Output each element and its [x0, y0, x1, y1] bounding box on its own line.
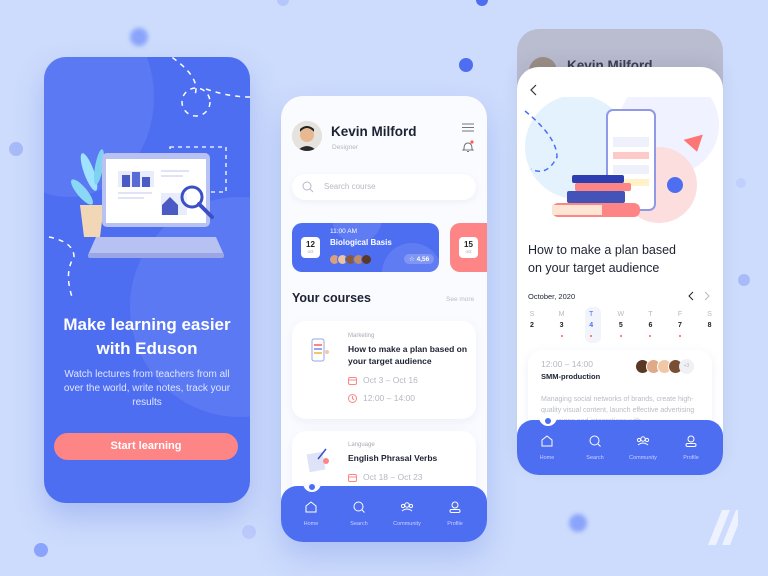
calendar-month: October, 2020: [528, 292, 576, 301]
calendar-icon: [348, 473, 357, 482]
course-title: How to make a plan based on your target …: [348, 344, 468, 366]
nav-home[interactable]: Home: [527, 434, 567, 461]
onboarding-headline-line2: with Eduson: [96, 339, 198, 358]
calendar-day[interactable]: 8: [703, 322, 717, 329]
bottom-nav: Home Search Community Profile: [281, 482, 487, 542]
decor-dot: [736, 178, 746, 188]
course-detail-screen: How to make a plan based on your target a…: [517, 67, 723, 475]
onboarding-description: Watch lectures from teachers from all ov…: [63, 369, 231, 408]
user-avatar[interactable]: [292, 121, 322, 151]
start-learning-button[interactable]: Start learning: [54, 433, 238, 460]
event-date: 12 oct: [301, 237, 320, 258]
calendar-weekday: F: [677, 311, 683, 318]
course-card[interactable]: Marketing How to make a plan based on yo…: [292, 321, 476, 419]
community-icon: [636, 436, 650, 446]
decor-dot: [242, 525, 256, 539]
calendar-day[interactable]: 2: [525, 322, 539, 329]
session-time: 12:00 – 14:00: [541, 359, 593, 369]
calendar-day[interactable]: 6: [643, 322, 657, 329]
course-title: How to make a plan based on your target a…: [528, 243, 677, 275]
next-month-icon[interactable]: [703, 291, 711, 301]
search-icon: [302, 181, 314, 193]
brand-logo-icon: [708, 510, 738, 545]
see-more-link[interactable]: See more: [446, 296, 474, 303]
course-books-illustration-icon: [524, 97, 719, 223]
course-time: 12:00 – 14:00: [348, 393, 415, 403]
home-icon: [305, 501, 317, 513]
course-category: Marketing: [348, 333, 375, 339]
event-indicator-dot: [560, 335, 563, 337]
search-icon: [353, 501, 365, 513]
laptop-illustration-icon: [48, 57, 250, 297]
nav-community[interactable]: Community: [387, 500, 427, 527]
search-icon: [589, 435, 601, 447]
decor-dot: [738, 274, 750, 286]
notification-bell-icon[interactable]: [462, 140, 474, 153]
event-indicator-dot: [619, 335, 622, 337]
menu-icon[interactable]: [462, 123, 474, 132]
course-illustration-icon: [306, 448, 329, 473]
calendar-weekday: T: [589, 311, 594, 318]
event-date: 15 oct: [459, 237, 478, 258]
your-courses-title: Your courses: [292, 291, 371, 305]
decor-dot: [459, 58, 473, 72]
user-name: Kevin Milford: [331, 124, 417, 139]
decor-dot: [569, 514, 587, 532]
profile-icon: [685, 435, 697, 447]
nav-search[interactable]: Search: [339, 500, 379, 527]
event-indicator-dot: [649, 335, 652, 337]
calendar-weekday: M: [558, 311, 565, 318]
decor-dot: [34, 543, 48, 557]
nav-profile[interactable]: Profile: [671, 434, 711, 461]
calendar-weekday: S: [707, 311, 712, 318]
user-role: Designer: [332, 144, 359, 151]
prev-month-icon[interactable]: [687, 291, 695, 301]
home-screen: Kevin Milford Designer Search course 12 o…: [281, 96, 487, 542]
search-input[interactable]: Search course: [292, 174, 476, 200]
calendar-day[interactable]: 4: [584, 322, 598, 329]
person-icon: [292, 121, 322, 151]
calendar-weekday: S: [529, 311, 535, 318]
session-title: SMM-production: [541, 372, 601, 381]
event-time: 11:00 AM: [330, 228, 357, 235]
calendar-day[interactable]: 3: [555, 322, 569, 329]
calendar-weekday: W: [617, 311, 625, 318]
clock-icon: [348, 393, 357, 403]
more-attendees-badge: +3: [679, 359, 694, 374]
decor-dot: [277, 0, 289, 6]
course-category: Language: [348, 442, 375, 448]
nav-home[interactable]: Home: [291, 500, 331, 527]
course-dates: Oct 3 – Oct 16: [348, 375, 418, 385]
calendar-day[interactable]: 7: [673, 322, 687, 329]
course-illustration-icon: [311, 338, 329, 362]
attendee-avatars: [329, 254, 372, 265]
calendar-day[interactable]: 5: [614, 322, 628, 329]
bottom-nav: Home Search Community Profile: [517, 416, 723, 475]
onboarding-screen: Make learning easier with Eduson Watch le…: [44, 57, 250, 503]
star-icon: ☆: [409, 256, 415, 263]
event-indicator-dot: [679, 335, 681, 337]
session-attendees: +3: [635, 359, 694, 374]
decor-dot: [130, 28, 148, 46]
profile-icon: [449, 501, 461, 513]
community-icon: [400, 502, 414, 512]
event-card[interactable]: 12 oct 11:00 AM Biological Basis ☆ 4,56: [292, 223, 439, 272]
event-rating: ☆ 4,56: [404, 254, 435, 264]
nav-community[interactable]: Community: [623, 434, 663, 461]
course-title: English Phrasal Verbs: [348, 453, 438, 463]
event-card[interactable]: 15 oct: [450, 223, 487, 272]
back-arrow-icon[interactable]: [529, 84, 539, 96]
calendar-icon: [348, 376, 357, 385]
home-icon: [541, 435, 553, 447]
decor-dot: [9, 142, 23, 156]
course-dates: Oct 18 – Oct 23: [348, 472, 423, 482]
onboarding-headline-line1: Make learning easier: [63, 315, 231, 334]
calendar-weekday: T: [648, 311, 653, 318]
decor-dot: [476, 0, 488, 6]
nav-profile[interactable]: Profile: [435, 500, 475, 527]
nav-search[interactable]: Search: [575, 434, 615, 461]
event-title: Biological Basis: [330, 238, 392, 247]
